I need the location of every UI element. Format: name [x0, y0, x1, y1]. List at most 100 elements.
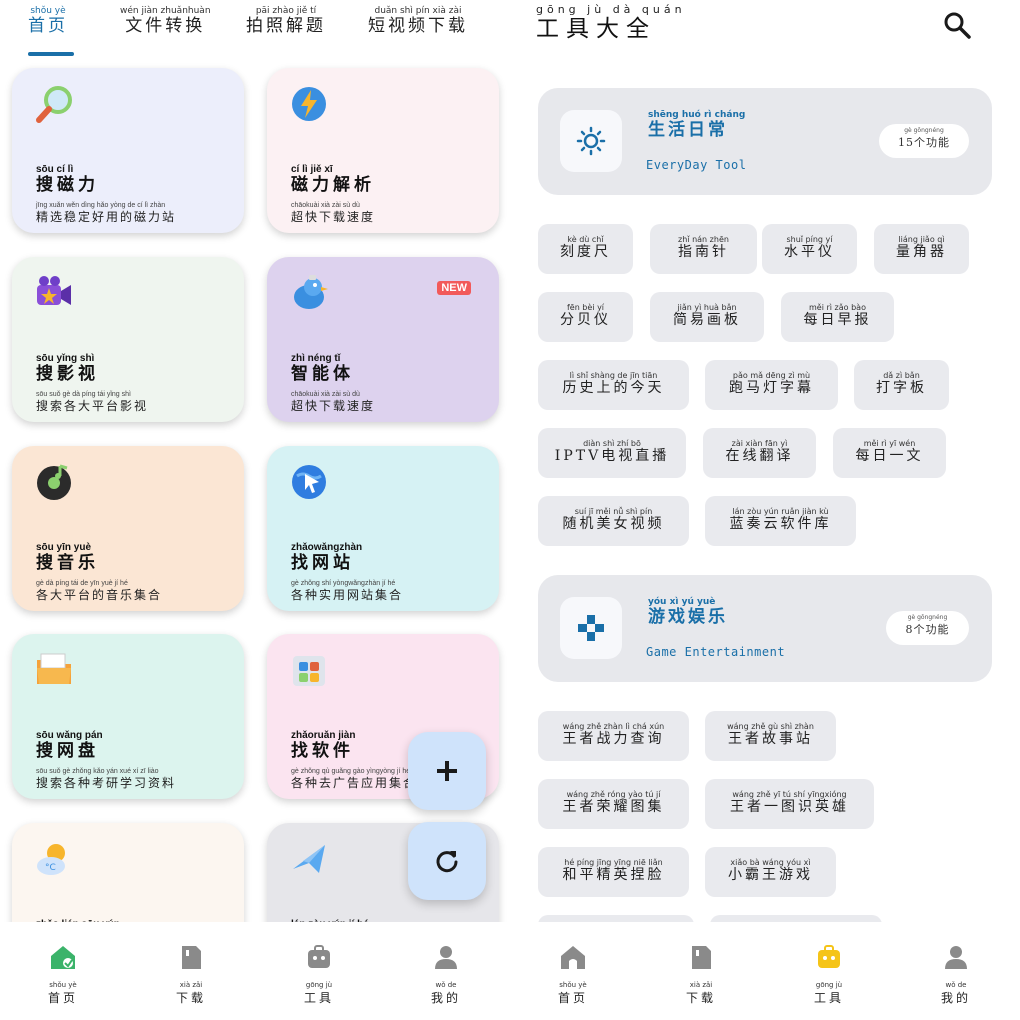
tool-chip-pinyin: jiǎn yì huà bǎn: [677, 303, 737, 312]
card-title: sōu yīn yuè 搜音乐: [36, 542, 99, 573]
nav-mine[interactable]: wǒ de 我的: [406, 942, 486, 1006]
tool-chip[interactable]: wáng zhě róng yào tú jí 王者荣耀图集: [538, 779, 689, 829]
music-disc-icon: [37, 464, 71, 500]
nav-tools[interactable]: gōng jù 工具: [279, 942, 359, 1006]
nav-download-label: 下载: [175, 991, 206, 1005]
card-title-pinyin: sōu cí lì: [36, 164, 74, 175]
card-subtitle: gè zhǒng shí yòngwǎngzhàn jí hé 各种实用网站集合: [291, 580, 403, 602]
feature-card[interactable]: sōu wǎng pán 搜网盘 sōu suǒ gè zhǒng kǎo yán …: [12, 634, 244, 799]
tool-chip[interactable]: dǎ zì bǎn 打字板: [854, 360, 949, 410]
card-subtitle-text: 各大平台的音乐集合: [36, 588, 163, 602]
tab-file-convert-label: 文件转换: [125, 16, 206, 36]
tab-short-video-download[interactable]: duǎn shì pín xià zài 短视频下载: [368, 6, 468, 36]
tool-chip[interactable]: zài xiàn fān yì 在线翻译: [703, 428, 816, 478]
tool-chip[interactable]: diàn shì zhí bō IPTV电视直播: [538, 428, 686, 478]
card-title: zhǎoruǎn jiàn 找软件: [291, 730, 355, 761]
section-daily-life-title-text: 生活日常: [648, 120, 728, 140]
nav-mine[interactable]: wǒ de 我的: [916, 942, 996, 1006]
tool-chip[interactable]: kè dù chǐ 刻度尺: [538, 224, 633, 274]
tool-chip-pinyin: xiǎo bà wáng yóu xì: [730, 858, 811, 867]
tool-chip-label: 水平仪: [784, 244, 835, 260]
tool-chip[interactable]: jiǎn yì huà bǎn 简易画板: [650, 292, 764, 342]
tab-photo-solve[interactable]: pāi zhào jiě tí 拍照解题: [246, 6, 326, 36]
folder-icon: [37, 653, 71, 684]
tool-chip[interactable]: hé píng jīng yīng niē liǎn 和平精英捏脸: [538, 847, 689, 897]
card-title-text: 磁力解析: [291, 175, 375, 195]
section-games-icon-box: [560, 597, 622, 659]
bottom-nav: shǒu yè 首页 xià zǎi 下载 gōng jù 工具 wǒ de 我…: [0, 922, 510, 1020]
feature-card[interactable]: NEW zhì néng tǐ 智能体 chāokuài xià zài sù dù 超…: [267, 257, 499, 422]
tool-chip[interactable]: měi rì zǎo bào 每日早报: [781, 292, 894, 342]
card-subtitle-text: 超快下载速度: [291, 399, 376, 413]
section-games[interactable]: yóu xì yú yuè 游戏娱乐 Game Entertainment gè…: [538, 575, 992, 682]
nav-mine-pinyin: wǒ de: [435, 981, 457, 989]
tab-file-convert[interactable]: wén jiàn zhuǎnhuàn 文件转换: [120, 6, 211, 36]
tool-chip[interactable]: zhǐ nán zhēn 指南针: [650, 224, 757, 274]
tool-chip[interactable]: měi rì yī wén 每日一文: [833, 428, 946, 478]
nav-mine-label: 我的: [430, 991, 461, 1005]
refresh-button[interactable]: [408, 822, 486, 900]
card-title: cí lì jiě xī 磁力解析: [291, 164, 375, 195]
nav-download[interactable]: xià zǎi 下载: [661, 942, 741, 1006]
page-title-pinyin: gōng jù dà quán: [536, 3, 686, 16]
tool-chip[interactable]: lì shǐ shàng de jīn tiān 历史上的今天: [538, 360, 689, 410]
tool-chip-pinyin: diàn shì zhí bō: [583, 439, 641, 448]
home-icon: [51, 946, 75, 969]
card-subtitle-text: 精选稳定好用的磁力站: [36, 210, 177, 224]
tool-chip[interactable]: wáng zhě gù shì zhàn 王者故事站: [705, 711, 836, 761]
tool-chip-label: 王者一图识英雄: [730, 799, 849, 815]
nav-download[interactable]: xià zǎi 下载: [151, 942, 231, 1006]
tool-chip-label: 随机美女视频: [562, 516, 665, 532]
tool-chip[interactable]: fēn bèi yí 分贝仪: [538, 292, 633, 342]
feature-card[interactable]: cí lì jiě xī 磁力解析 chāokuài xià zài sù dù 超快…: [267, 68, 499, 233]
add-button[interactable]: [408, 732, 486, 810]
tool-chip[interactable]: lán zòu yún ruǎn jiàn kù 蓝奏云软件库: [705, 496, 856, 546]
nav-home-label: 首页: [557, 991, 588, 1005]
card-subtitle-pinyin: sōu suǒ gè zhǒng kǎo yán xué xí zī liào: [36, 768, 159, 775]
card-title-text: 搜影视: [36, 364, 99, 384]
tool-chip-pinyin: shuǐ píng yí: [786, 235, 833, 244]
nav-tools-label: 工具: [303, 991, 334, 1005]
tool-chip[interactable]: liáng jiǎo qì 量角器: [874, 224, 969, 274]
feature-card[interactable]: zhǎowǎngzhàn 找网站 gè zhǒng shí yòngwǎngzhàn…: [267, 446, 499, 611]
card-subtitle: gè dà píng tái de yīn yuè jí hé 各大平台的音乐集合: [36, 580, 162, 602]
feature-card[interactable]: sōu cí lì 搜磁力 jīng xuǎn wěn dìng hǎo yòng …: [12, 68, 244, 233]
tool-chip[interactable]: suí jī měi nǚ shì pín 随机美女视频: [538, 496, 689, 546]
tool-chip-label: 刻度尺: [560, 244, 611, 260]
tool-chip[interactable]: xiǎo bà wáng yóu xì 小霸王游戏: [705, 847, 836, 897]
nav-home[interactable]: shǒu yè 首页: [533, 942, 613, 1006]
section-daily-life-title: shēng huó rì cháng 生活日常: [648, 110, 745, 140]
page-title: gōng jù dà quán 工具大全: [536, 3, 686, 43]
tool-chip[interactable]: wáng zhě zhàn lì chá xún 王者战力查询: [538, 711, 689, 761]
home-icon: [561, 946, 585, 969]
user-icon: [945, 946, 967, 969]
magnifier-icon: [36, 86, 72, 123]
nav-home[interactable]: shǒu yè 首页: [23, 942, 103, 1006]
top-tab-bar: shǒu yè 首页 wén jiàn zhuǎnhuàn 文件转换 pāi z…: [0, 0, 510, 60]
tool-chip-pinyin: fēn bèi yí: [566, 303, 605, 312]
tool-chip-pinyin: měi rì yī wén: [863, 439, 916, 448]
card-title-text: 搜磁力: [36, 175, 99, 195]
tool-chip[interactable]: pǎo mǎ dēng zì mù 跑马灯字幕: [705, 360, 838, 410]
card-title: sōu yǐng shì 搜影视: [36, 353, 99, 384]
tab-home[interactable]: shǒu yè 首页: [28, 6, 68, 36]
tool-chip-label: 分贝仪: [560, 312, 611, 328]
feature-card[interactable]: sōu yǐng shì 搜影视 sōu suǒ gè dà píng tái yǐ…: [12, 257, 244, 422]
card-title: zhì néng tǐ 智能体: [291, 353, 354, 384]
sun-icon: [576, 126, 606, 156]
tool-chip-label: 小霸王游戏: [728, 867, 813, 883]
card-title-pinyin: sōu yīn yuè: [36, 542, 92, 553]
nav-tools[interactable]: gōng jù 工具: [789, 942, 869, 1006]
card-title-text: 搜音乐: [36, 553, 99, 573]
search-icon[interactable]: [942, 10, 972, 40]
card-subtitle-pinyin: chāokuài xià zài sù dù: [291, 202, 360, 209]
tool-chip-pinyin: kè dù chǐ: [567, 235, 604, 244]
tool-chip-pinyin: wáng zhě yī tú shí yīngxióng: [732, 790, 847, 799]
section-daily-life[interactable]: shēng huó rì cháng 生活日常 EveryDay Tool gè…: [538, 88, 992, 195]
card-title: zhǎowǎngzhàn 找网站: [291, 542, 362, 573]
tool-chip-label: 蓝奏云软件库: [729, 516, 832, 532]
tool-chip[interactable]: shuǐ píng yí 水平仪: [762, 224, 857, 274]
tool-chip[interactable]: wáng zhě yī tú shí yīngxióng 王者一图识英雄: [705, 779, 874, 829]
card-subtitle-pinyin: sōu suǒ gè dà píng tái yǐng shì: [36, 391, 131, 398]
feature-card[interactable]: sōu yīn yuè 搜音乐 gè dà píng tái de yīn yuè …: [12, 446, 244, 611]
